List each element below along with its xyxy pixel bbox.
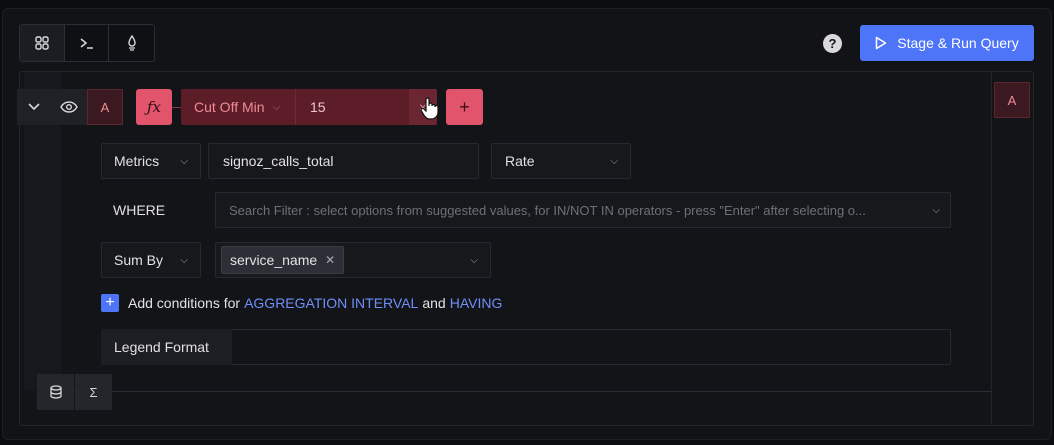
run-query-label: Stage & Run Query — [897, 35, 1019, 51]
reduce-to-label: Sum By — [114, 252, 164, 268]
chevron-down-icon: ⌵ — [180, 254, 188, 266]
toggle-visibility-button[interactable] — [51, 89, 87, 125]
aggregation-interval-link[interactable]: AGGREGATION INTERVAL — [244, 295, 418, 311]
add-conditions-row: + Add conditions for AGGREGATION INTERVA… — [101, 294, 502, 312]
chevron-down-icon: ⌵ — [180, 155, 188, 167]
terminal-icon — [80, 38, 93, 49]
stage-and-run-query-button[interactable]: Stage & Run Query — [860, 25, 1034, 61]
search-filter-input[interactable]: Search Filter : select options from sugg… — [215, 192, 951, 228]
add-query-button[interactable] — [37, 374, 74, 410]
search-filter-placeholder: Search Filter : select options from sugg… — [229, 202, 866, 218]
legend-format-label: Legend Format — [101, 329, 232, 365]
database-icon — [49, 385, 62, 399]
promql-icon — [127, 35, 136, 51]
function-value-input[interactable]: 15 — [295, 89, 409, 125]
reduce-to-select[interactable]: Sum By ⌵ — [101, 242, 201, 278]
data-source-label: Metrics — [114, 153, 160, 169]
formula-icon: Σ — [89, 384, 98, 400]
metric-name-input[interactable]: signoz_calls_total — [208, 143, 479, 179]
query-name-badge: A — [87, 89, 123, 125]
data-source-select[interactable]: Metrics ⌵ — [101, 143, 201, 179]
bottom-tabs: Σ — [37, 374, 112, 410]
collapse-query-button[interactable] — [17, 89, 51, 125]
eye-icon — [60, 101, 78, 113]
chevron-down-icon: ⌵ — [470, 254, 478, 266]
query-name-badge-right[interactable]: A — [994, 82, 1030, 118]
query-builder-icon — [35, 36, 49, 50]
close-icon[interactable]: ✕ — [325, 253, 335, 267]
add-function-button[interactable]: + — [446, 89, 483, 125]
query-builder-tab[interactable] — [20, 25, 65, 61]
fx-icon[interactable]: ƒx — [136, 89, 172, 125]
group-by-tag: service_name ✕ — [221, 246, 345, 274]
group-by-tag-label: service_name — [230, 252, 318, 268]
divider — [61, 391, 991, 392]
play-icon — [876, 36, 887, 50]
query-type-tabs — [19, 24, 155, 62]
plus-icon[interactable]: + — [101, 294, 119, 312]
where-label: WHERE — [113, 202, 166, 218]
conditions-prefix: Add conditions for — [128, 295, 241, 311]
chevron-down-icon: ⌵ — [272, 101, 281, 113]
add-formula-button[interactable]: Σ — [75, 374, 112, 410]
function-select[interactable]: Cut Off Min ⌵ — [181, 89, 295, 125]
query-right-rail — [991, 72, 1033, 424]
group-by-select[interactable]: service_name ✕ ⌵ — [215, 242, 491, 278]
having-link[interactable]: HAVING — [450, 295, 503, 311]
conditions-conjunction: and — [422, 295, 446, 311]
chevron-down-icon: ⌵ — [932, 204, 940, 216]
function-name: Cut Off Min — [194, 99, 265, 115]
help-icon[interactable]: ? — [823, 34, 842, 53]
aggregate-operator-select[interactable]: Rate ⌵ — [491, 143, 631, 179]
chevron-down-icon — [28, 103, 40, 111]
hand-cursor-icon — [420, 97, 439, 120]
aggregate-operator-label: Rate — [505, 153, 535, 169]
promql-tab[interactable] — [109, 25, 154, 61]
chevron-down-icon: ⌵ — [610, 155, 618, 167]
clickhouse-query-tab[interactable] — [65, 25, 110, 61]
